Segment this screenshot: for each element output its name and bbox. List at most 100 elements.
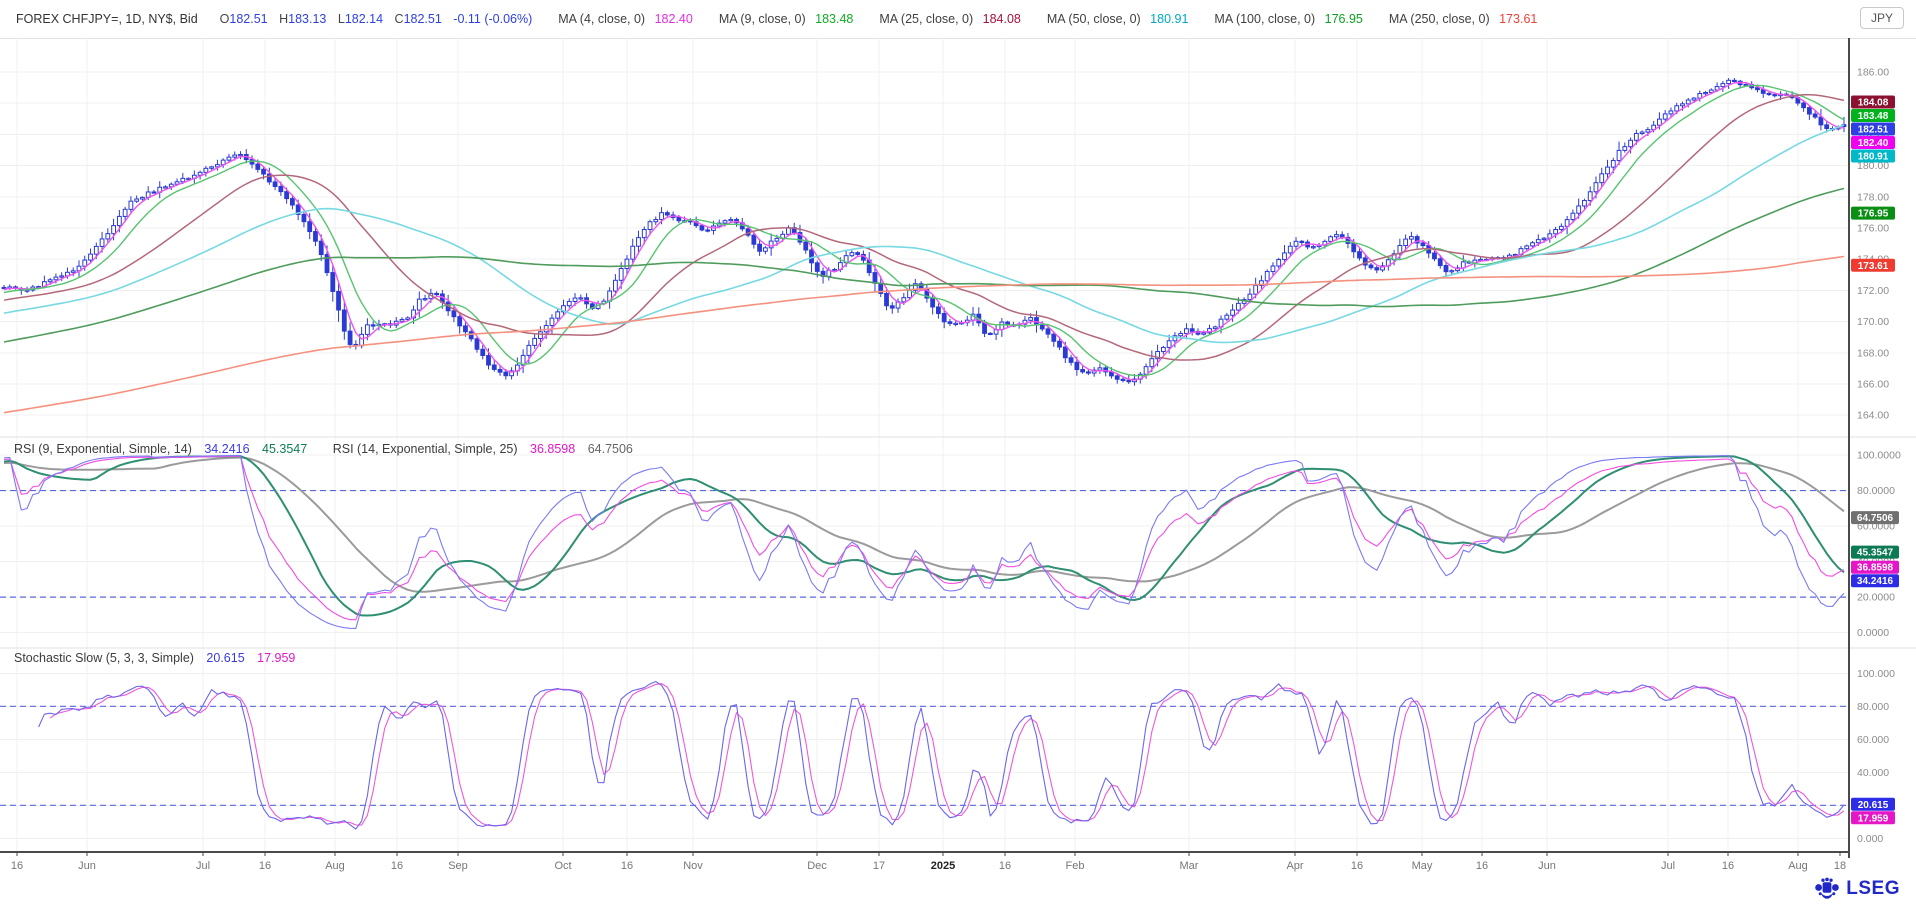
price-axis[interactable]: 186.00184.00182.00180.00178.00176.00174.… — [1857, 67, 1901, 845]
price-axis-label: 166.00 — [1857, 379, 1889, 391]
instrument-title: FOREX CHFJPY=, 1D, NY$, Bid — [16, 12, 198, 26]
ma-50-legend[interactable]: MA (50, close, 0) 180.91 — [1047, 12, 1189, 26]
close-value: 182.51 — [404, 12, 442, 26]
ma-50-label: MA (50, close, 0) — [1047, 12, 1141, 26]
x-axis-label: Dec — [807, 860, 827, 872]
ma-9-value: 183.48 — [815, 12, 853, 26]
chart-header: FOREX CHFJPY=, 1D, NY$, Bid O182.51 H183… — [0, 0, 1916, 39]
x-axis-label: Sep — [448, 860, 468, 872]
stoch-badge: 20.615 — [1851, 798, 1895, 811]
x-axis-label: Aug — [1788, 860, 1808, 872]
svg-text:184.08: 184.08 — [1858, 97, 1889, 108]
rsi-legend-label-1: RSI (9, Exponential, Simple, 14) — [14, 442, 192, 456]
stoch-axis-label: 0.000 — [1857, 833, 1883, 845]
rsi-badge: 34.2416 — [1851, 574, 1899, 587]
x-axis-label: 16 — [391, 860, 403, 872]
svg-text:17.959: 17.959 — [1858, 813, 1889, 824]
stoch-axis-label: 100.000 — [1857, 668, 1895, 680]
x-axis-label: 17 — [873, 860, 885, 872]
ma-250-label: MA (250, close, 0) — [1389, 12, 1490, 26]
svg-text:173.61: 173.61 — [1858, 261, 1889, 272]
x-axis-label: 18 — [1834, 860, 1846, 872]
x-axis-label: 16 — [1476, 860, 1488, 872]
rsi-axis-label: 20.0000 — [1857, 592, 1895, 604]
rsi9-sma14-line — [4, 456, 1844, 615]
stoch-axis-label: 60.000 — [1857, 734, 1889, 746]
ma-4-legend[interactable]: MA (4, close, 0) 182.40 — [558, 12, 693, 26]
price-axis-label: 178.00 — [1857, 191, 1889, 203]
price-badge: 182.51 — [1851, 122, 1895, 135]
stoch-d-value: 17.959 — [257, 651, 295, 665]
rsi-axis-label: 100.0000 — [1857, 450, 1901, 462]
ma-250-value: 173.61 — [1499, 12, 1537, 26]
svg-text:182.51: 182.51 — [1858, 124, 1889, 135]
rsi9-sma-value: 45.3547 — [262, 442, 307, 456]
high-value: 183.13 — [288, 12, 326, 26]
low-label: L — [338, 12, 345, 26]
x-axis-label: 16 — [1351, 860, 1363, 872]
ma-9-legend[interactable]: MA (9, close, 0) 183.48 — [719, 12, 854, 26]
chart-application: FOREX CHFJPY=, 1D, NY$, Bid O182.51 H183… — [0, 0, 1916, 905]
rsi-axis-label: 80.0000 — [1857, 485, 1895, 497]
stoch-axis-label: 40.000 — [1857, 767, 1889, 779]
rsi14-sma25-line — [4, 458, 1844, 592]
svg-text:183.48: 183.48 — [1858, 111, 1889, 122]
price-axis-label: 176.00 — [1857, 223, 1889, 235]
candlestick-series — [2, 78, 1846, 386]
svg-text:176.95: 176.95 — [1858, 209, 1889, 220]
x-axis-label: Aug — [325, 860, 345, 872]
ma-250-legend[interactable]: MA (250, close, 0) 173.61 — [1389, 12, 1537, 26]
chart-footer: LSEG — [0, 875, 1916, 905]
x-axis-label: Apr — [1286, 860, 1303, 872]
ma-50-value: 180.91 — [1150, 12, 1188, 26]
ma-100-legend[interactable]: MA (100, close, 0) 176.95 — [1214, 12, 1362, 26]
rsi-legend-label-2: RSI (14, Exponential, Simple, 25) — [333, 442, 518, 456]
rsi14-value: 36.8598 — [530, 442, 575, 456]
price-badge: 180.91 — [1851, 149, 1895, 162]
ma-250-line — [4, 257, 1844, 413]
ma-9-label: MA (9, close, 0) — [719, 12, 806, 26]
svg-text:64.7506: 64.7506 — [1857, 513, 1894, 524]
price-badge: 184.08 — [1851, 95, 1895, 108]
price-chart-svg[interactable]: 186.00184.00182.00180.00178.00176.00174.… — [0, 38, 1916, 875]
rsi-legend[interactable]: RSI (9, Exponential, Simple, 14) 34.2416… — [14, 442, 633, 456]
ma-4-label: MA (4, close, 0) — [558, 12, 645, 26]
price-axis-label: 164.00 — [1857, 410, 1889, 422]
rsi9-line — [4, 456, 1844, 629]
x-axis-labels[interactable]: 16JunJul16Aug16SepOct16NovDec17202516Feb… — [11, 852, 1846, 872]
rsi14-line — [4, 456, 1844, 619]
x-axis-label: Jun — [78, 860, 96, 872]
x-axis-label: Jul — [196, 860, 210, 872]
svg-text:180.91: 180.91 — [1858, 151, 1889, 162]
stochastic-panel-series — [39, 682, 1844, 830]
x-axis-label: 16 — [999, 860, 1011, 872]
x-axis-label: May — [1412, 860, 1433, 872]
price-axis-label: 168.00 — [1857, 347, 1889, 359]
rsi-badge: 36.8598 — [1851, 561, 1899, 574]
price-badge: 173.61 — [1851, 259, 1895, 272]
svg-text:36.8598: 36.8598 — [1857, 563, 1894, 574]
svg-text:45.3547: 45.3547 — [1857, 548, 1894, 559]
stoch-badge: 17.959 — [1851, 811, 1895, 824]
stochastic-legend[interactable]: Stochastic Slow (5, 3, 3, Simple) 20.615… — [14, 651, 295, 665]
currency-axis-chip[interactable]: JPY — [1860, 7, 1904, 29]
x-axis-label: 16 — [259, 860, 271, 872]
price-badge: 183.48 — [1851, 109, 1895, 122]
svg-text:34.2416: 34.2416 — [1857, 576, 1894, 587]
price-axis-label: 186.00 — [1857, 67, 1889, 79]
x-axis-label: Jun — [1538, 860, 1556, 872]
stoch-legend-label: Stochastic Slow (5, 3, 3, Simple) — [14, 651, 194, 665]
ma-100-label: MA (100, close, 0) — [1214, 12, 1315, 26]
x-axis-label: 16 — [621, 860, 633, 872]
rsi-badge: 64.7506 — [1851, 511, 1899, 524]
ma-100-line — [4, 189, 1844, 343]
open-label: O — [220, 12, 230, 26]
ma-25-legend[interactable]: MA (25, close, 0) 184.08 — [879, 12, 1021, 26]
rsi-badge: 45.3547 — [1851, 546, 1899, 559]
stoch-k-line — [39, 682, 1844, 830]
x-axis-label: 16 — [11, 860, 23, 872]
rsi-panel-series — [4, 456, 1844, 629]
x-axis-label: Mar — [1180, 860, 1199, 872]
rsi9-value: 34.2416 — [204, 442, 249, 456]
stoch-d-line — [50, 684, 1844, 826]
